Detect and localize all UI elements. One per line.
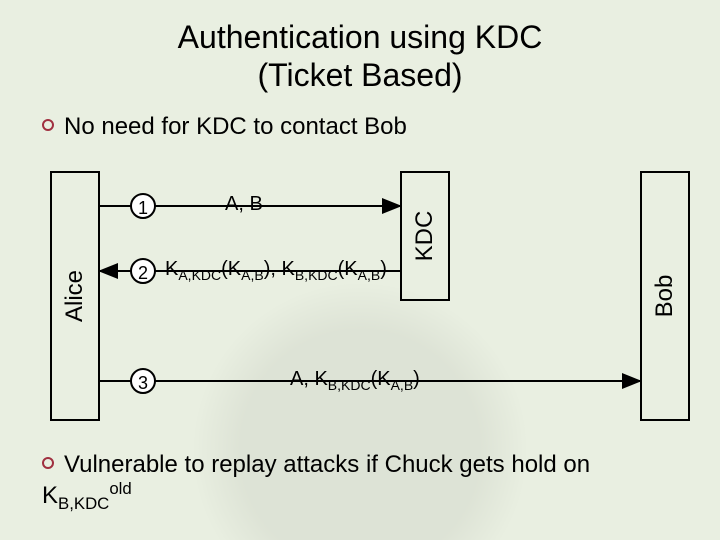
slide-title: Authentication using KDC (Ticket Based) bbox=[0, 0, 720, 95]
step-1-number: 1 bbox=[130, 193, 156, 219]
step-2-number: 2 bbox=[130, 258, 156, 284]
bullet-no-need: No need for KDC to contact Bob bbox=[42, 113, 720, 141]
title-line-1: Authentication using KDC bbox=[178, 19, 543, 55]
step-3-number: 3 bbox=[130, 368, 156, 394]
bullet-1-text: No need for KDC to contact Bob bbox=[64, 113, 407, 140]
title-line-2: (Ticket Based) bbox=[257, 57, 462, 93]
slide: Authentication using KDC (Ticket Based) … bbox=[0, 0, 720, 540]
bullet-vulnerable: Vulnerable to replay attacks if Chuck ge… bbox=[42, 451, 678, 514]
bullet-2-key: KB,KDCold bbox=[42, 482, 132, 509]
bullet-marker-icon bbox=[42, 457, 54, 469]
step-3-label: A, KB,KDC(KA,B) bbox=[290, 368, 420, 393]
bullet-2-prefix: Vulnerable to replay attacks if Chuck ge… bbox=[64, 451, 590, 478]
bullet-marker-icon bbox=[42, 119, 54, 131]
step-1-label: A, B bbox=[225, 193, 263, 216]
step-2-label: KA,KDC(KA,B), KB,KDC(KA,B) bbox=[165, 258, 387, 283]
sequence-diagram: Alice KDC Bob 1 2 3 A, B KA,KDC(KA, bbox=[0, 171, 720, 431]
